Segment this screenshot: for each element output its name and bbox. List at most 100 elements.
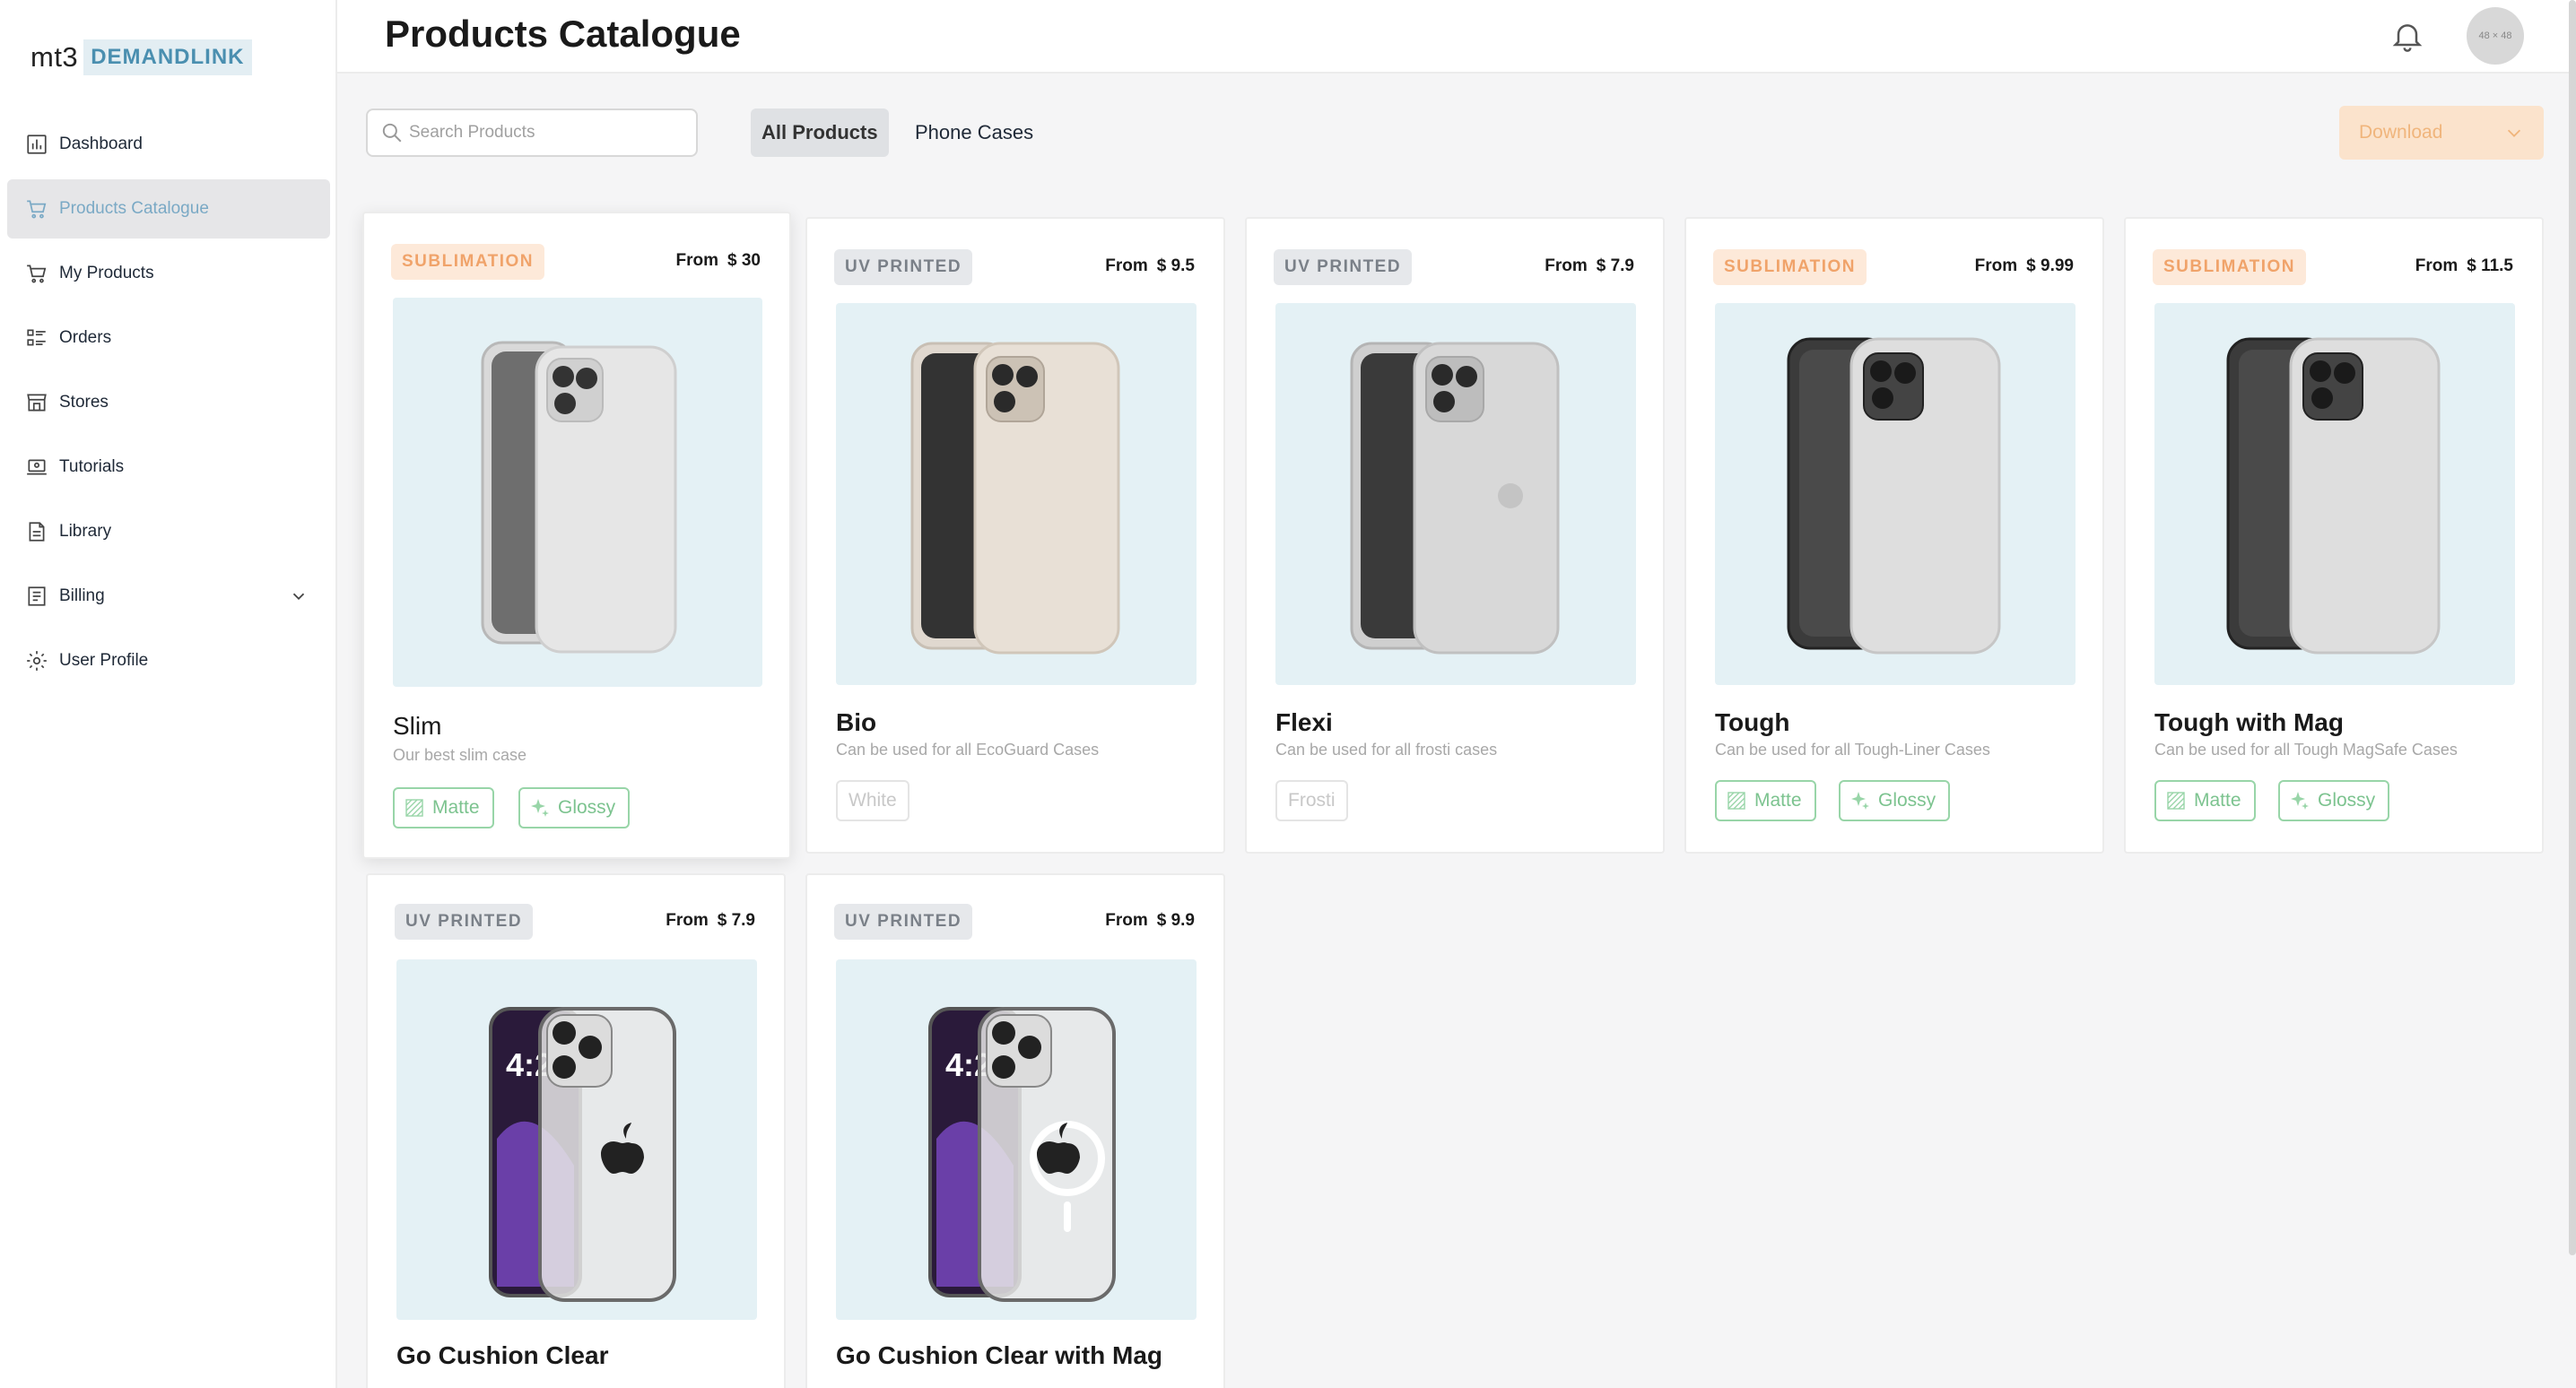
price-value: $ 9.5 <box>1156 256 1195 275</box>
product-name: Flexi <box>1275 708 1333 736</box>
price-label: From $ 9.5 <box>1105 256 1195 276</box>
product-image: 4:2 <box>396 959 757 1320</box>
print-type-badge: UV PRINTED <box>395 904 534 940</box>
product-card-go-cushion-clear[interactable]: UV PRINTED From $ 7.9 4:2 Go Cushion Clea… <box>366 873 786 1388</box>
sparkle-icon <box>531 799 549 817</box>
product-name: Slim <box>393 712 442 740</box>
sidebar-item-library[interactable]: Library <box>7 502 330 561</box>
sidebar-item-tutorials[interactable]: Tutorials <box>7 438 330 497</box>
print-type-badge: SUBLIMATION <box>391 244 545 280</box>
chevron-down-icon <box>2507 129 2521 137</box>
receipt-icon <box>25 585 48 608</box>
avatar-placeholder-text: 48 × 48 <box>2478 30 2512 41</box>
phone-case-image <box>1787 337 2001 655</box>
download-button[interactable]: Download <box>2339 106 2544 160</box>
gear-icon <box>25 649 48 672</box>
search-box[interactable] <box>366 108 698 157</box>
sidebar-item-products-catalogue[interactable]: Products Catalogue <box>7 179 330 239</box>
print-type-badge: UV PRINTED <box>834 249 973 285</box>
price-value: $ 7.9 <box>717 911 755 930</box>
print-type-badge: SUBLIMATION <box>1713 249 1867 285</box>
finish-chip-glossy[interactable]: Glossy <box>518 787 631 828</box>
product-image <box>1715 303 2076 685</box>
price-value: $ 9.99 <box>2026 256 2074 275</box>
finish-chip-matte[interactable]: Matte <box>393 787 494 828</box>
sidebar-item-dashboard[interactable]: Dashboard <box>7 115 330 174</box>
from-label: From <box>1545 256 1588 275</box>
sidebar-item-label: Tutorials <box>59 457 125 476</box>
finish-chip-white[interactable]: White <box>836 780 909 821</box>
product-name: Go Cushion Clear with Mag <box>836 1341 1163 1369</box>
sidebar-item-my-products[interactable]: My Products <box>7 244 330 303</box>
avatar[interactable]: 48 × 48 <box>2467 7 2524 65</box>
price-value: $ 11.5 <box>2467 256 2513 275</box>
from-label: From <box>1105 256 1148 275</box>
price-value: $ 7.9 <box>1596 256 1634 275</box>
laptop-icon <box>25 455 48 479</box>
product-image <box>1275 303 1636 685</box>
logo[interactable]: mt3 DEMANDLINK <box>30 36 252 79</box>
store-icon <box>25 391 48 414</box>
scrollbar[interactable] <box>2569 0 2576 1255</box>
document-icon <box>25 520 48 543</box>
from-label: From <box>675 251 719 270</box>
from-label: From <box>1105 911 1148 930</box>
from-label: From <box>666 911 709 930</box>
list-icon <box>25 326 48 350</box>
price-label: From $ 9.9 <box>1105 911 1195 931</box>
finish-label: Matte <box>432 797 480 818</box>
matte-texture-icon <box>405 799 423 817</box>
product-description: Can be used for all frosti cases <box>1275 741 1498 759</box>
product-card-bio[interactable]: UV PRINTED From $ 9.5 Bio Can be used for… <box>805 217 1225 854</box>
sidebar-item-stores[interactable]: Stores <box>7 373 330 432</box>
price-label: From $ 30 <box>676 251 761 271</box>
product-card-tough[interactable]: SUBLIMATION From $ 9.99 Tough Can be used… <box>1684 217 2104 854</box>
phone-case-image <box>2226 337 2441 655</box>
sidebar-item-billing[interactable]: Billing <box>7 567 330 626</box>
finish-label: Matte <box>1754 790 1802 811</box>
sidebar-item-orders[interactable]: Orders <box>7 308 330 368</box>
product-name: Tough with Mag <box>2154 708 2344 736</box>
sidebar-item-label: Library <box>59 522 112 541</box>
product-card-flexi[interactable]: UV PRINTED From $ 7.9 Flexi Can be used f… <box>1245 217 1665 854</box>
finish-chip-matte[interactable]: Matte <box>2154 780 2256 821</box>
sidebar-item-label: Orders <box>59 328 112 347</box>
download-label: Download <box>2359 122 2443 143</box>
finish-chip-glossy[interactable]: Glossy <box>1839 780 1951 821</box>
print-type-badge: UV PRINTED <box>1274 249 1413 285</box>
finish-label: Frosti <box>1288 790 1336 811</box>
product-description: Can be used for all Tough-Liner Cases <box>1715 741 1990 759</box>
print-type-badge: SUBLIMATION <box>2153 249 2307 285</box>
logo-prefix: mt3 <box>30 41 79 73</box>
product-name: Go Cushion Clear <box>396 1341 609 1369</box>
sparkle-icon <box>1851 792 1869 810</box>
cart-icon <box>25 262 48 285</box>
product-name: Bio <box>836 708 877 736</box>
sidebar-item-user-profile[interactable]: User Profile <box>7 631 330 690</box>
product-card-go-cushion-clear-with-mag[interactable]: UV PRINTED From $ 9.9 4:2 Go Cushion Clea… <box>805 873 1225 1388</box>
price-label: From $ 9.99 <box>1975 256 2074 276</box>
price-label: From $ 7.9 <box>1545 256 1634 276</box>
print-type-badge: UV PRINTED <box>834 904 973 940</box>
search-input[interactable] <box>409 123 678 143</box>
phone-case-image: 4:2 <box>489 1007 676 1302</box>
finish-chip-matte[interactable]: Matte <box>1715 780 1816 821</box>
from-label: From <box>2415 256 2459 275</box>
sidebar-nav: Dashboard Products Catalogue My Products… <box>0 115 337 696</box>
finish-chip-frosti[interactable]: Frosti <box>1275 780 1348 821</box>
matte-texture-icon <box>2167 792 2185 810</box>
tab-phone-cases[interactable]: Phone Cases <box>904 108 1044 157</box>
cart-icon <box>25 197 48 221</box>
finish-chip-glossy[interactable]: Glossy <box>2278 780 2390 821</box>
product-image <box>836 303 1197 685</box>
chevron-down-icon[interactable] <box>289 586 309 606</box>
bell-icon[interactable] <box>2389 18 2425 54</box>
finish-label: Matte <box>2194 790 2241 811</box>
product-image: 4:2 <box>836 959 1197 1320</box>
finish-label: Glossy <box>2318 790 2376 811</box>
product-card-slim[interactable]: SUBLIMATION From $ 30 Slim Our best slim … <box>362 212 791 859</box>
tab-all-products[interactable]: All Products <box>751 108 889 157</box>
product-card-tough-with-mag[interactable]: SUBLIMATION From $ 11.5 Tough with Mag Ca… <box>2124 217 2544 854</box>
phone-case-image: 4:2 <box>928 1007 1116 1302</box>
price-value: $ 9.9 <box>1156 911 1195 930</box>
